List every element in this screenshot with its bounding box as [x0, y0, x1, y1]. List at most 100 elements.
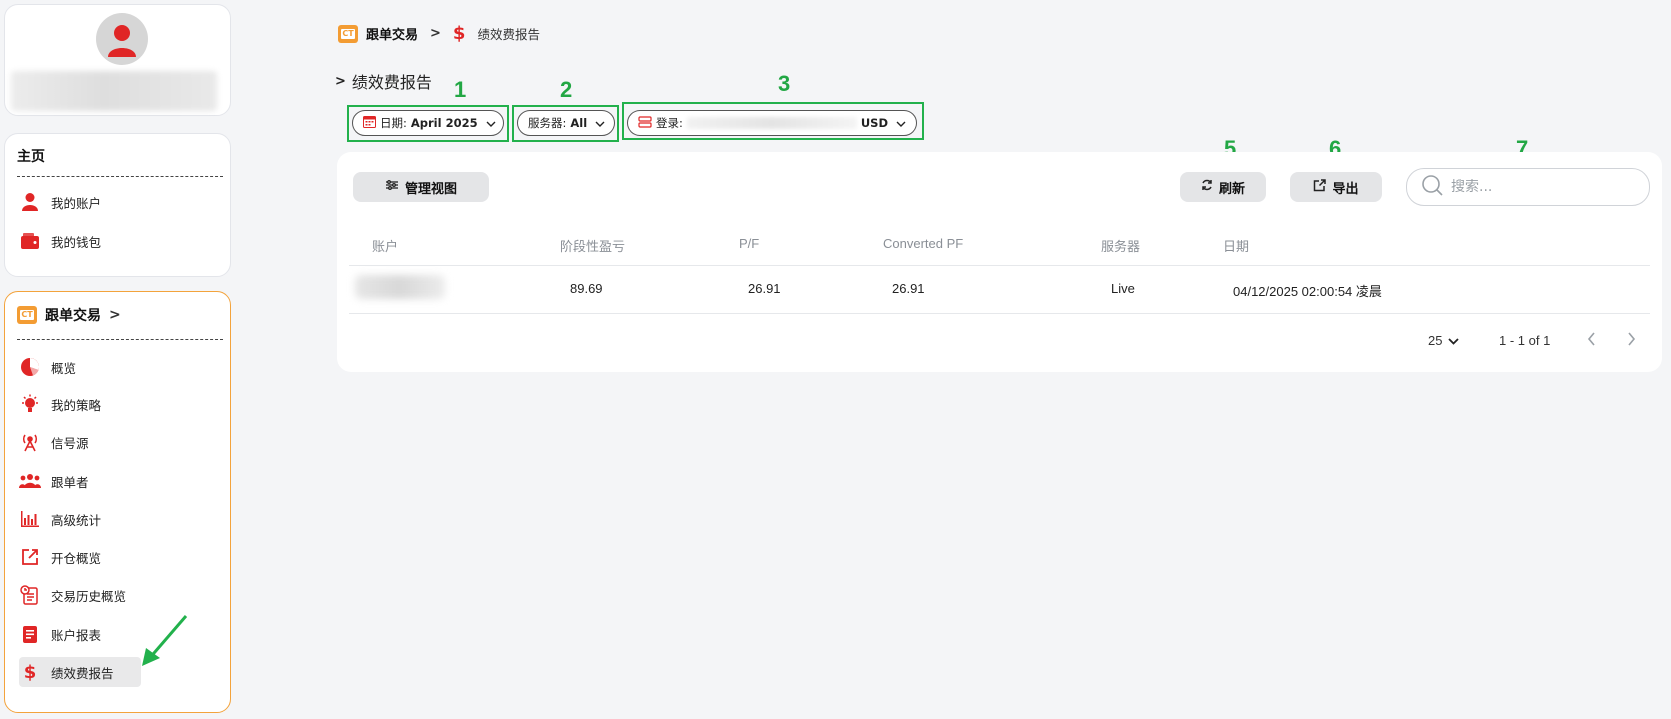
- sidebar-item-label: 我的策略: [51, 397, 102, 413]
- table-cell-pf: 26.91: [748, 281, 781, 296]
- date-filter[interactable]: 日期: April 2025: [352, 110, 504, 136]
- calendar-icon: [363, 115, 376, 131]
- sidebar-item-followers[interactable]: 跟单者: [19, 466, 219, 496]
- table-divider: [349, 265, 1650, 266]
- sidebar-item-advanced-stats[interactable]: 高级统计: [19, 504, 219, 534]
- divider: [17, 176, 223, 177]
- table-cell-server: Live: [1111, 281, 1135, 296]
- external-link-icon: [19, 546, 41, 568]
- column-header-pnl[interactable]: 阶段性盈亏: [560, 236, 625, 255]
- sidebar-item-my-strategy[interactable]: 我的策略: [19, 389, 219, 419]
- page-title-text: 绩效费报告: [351, 73, 432, 92]
- next-page-icon[interactable]: [1626, 331, 1636, 350]
- search-box[interactable]: [1406, 168, 1650, 206]
- copy-trading-header[interactable]: CT 跟单交易 >: [17, 305, 121, 325]
- sidebar-item-trade-history[interactable]: 交易历史概览: [19, 580, 219, 610]
- sliders-icon: [385, 179, 399, 195]
- sidebar-item-open-positions[interactable]: 开仓概览: [19, 542, 219, 572]
- report-icon: [19, 623, 41, 645]
- divider: [17, 339, 223, 340]
- page-size-value: 25: [1428, 333, 1443, 348]
- pagination-range: 1 - 1 of 1: [1499, 333, 1551, 348]
- login-filter[interactable]: 登录: USD: [627, 110, 917, 136]
- sidebar-item-label: 开仓概览: [51, 550, 102, 566]
- sidebar-item-my-account[interactable]: 我的账户: [19, 187, 219, 217]
- server-filter-label: 服务器:: [528, 116, 567, 130]
- column-header-server[interactable]: 服务器: [1101, 236, 1140, 255]
- breadcrumb-current: 绩效费报告: [477, 27, 540, 42]
- manage-view-button[interactable]: 管理视图: [353, 172, 489, 202]
- table-cell-pnl: 89.69: [570, 281, 603, 296]
- sidebar-item-signal-source[interactable]: 信号源: [19, 427, 219, 457]
- table-cell-date: 04/12/2025 02:00:54 凌晨: [1233, 284, 1382, 299]
- sidebar-item-label: 账户报表: [51, 627, 102, 643]
- chevron-down-icon: [896, 116, 906, 130]
- account-redacted: [355, 275, 445, 299]
- sidebar-item-my-wallet[interactable]: 我的钱包: [19, 226, 219, 256]
- date-filter-label: 日期:: [380, 116, 407, 130]
- column-header-account[interactable]: 账户: [372, 236, 398, 255]
- manage-view-label: 管理视图: [404, 181, 457, 197]
- dollar-icon: $: [23, 661, 37, 683]
- refresh-icon: [1201, 179, 1213, 195]
- server-filter[interactable]: 服务器: All: [517, 110, 615, 136]
- table-divider: [349, 313, 1650, 314]
- chevron-down-icon: [595, 116, 605, 130]
- sidebar-item-label: 绩效费报告: [51, 665, 114, 681]
- history-icon: [19, 584, 41, 606]
- sidebar-item-label: 信号源: [51, 435, 89, 451]
- refresh-button[interactable]: 刷新: [1180, 172, 1266, 202]
- chevron-down-icon: [1448, 333, 1460, 348]
- chevron-right-icon: >: [335, 73, 346, 89]
- sidebar-item-label: 我的账户: [51, 195, 102, 211]
- breadcrumb-root[interactable]: 跟单交易: [366, 24, 418, 43]
- sidebar-item-label: 我的钱包: [51, 234, 102, 250]
- sidebar-item-label: 概览: [51, 360, 77, 376]
- export-label: 导出: [1332, 181, 1359, 197]
- breadcrumb-separator: >: [430, 26, 441, 41]
- annotation-number: 2: [560, 77, 573, 102]
- column-header-date[interactable]: 日期: [1223, 236, 1249, 255]
- sidebar-item-performance-fee-report[interactable]: $ 绩效费报告: [19, 657, 141, 687]
- login-filter-label: 登录:: [656, 116, 683, 130]
- column-header-pf[interactable]: P/F: [739, 236, 759, 251]
- login-currency: USD: [860, 116, 889, 130]
- date-filter-value: April 2025: [410, 116, 478, 130]
- avatar[interactable]: [96, 13, 148, 65]
- annotation-number: 1: [454, 77, 467, 102]
- refresh-label: 刷新: [1218, 181, 1245, 197]
- sidebar-item-label: 交易历史概览: [51, 588, 127, 604]
- lightbulb-icon: [19, 393, 41, 415]
- export-button[interactable]: 导出: [1290, 172, 1382, 202]
- sidebar-item-label: 跟单者: [51, 474, 89, 490]
- prev-page-icon[interactable]: [1587, 331, 1597, 350]
- user-icon: [19, 191, 41, 213]
- annotation-arrow-icon: [142, 615, 188, 666]
- home-nav-card: 主页 我的账户 我的钱包: [4, 133, 231, 277]
- user-name-redacted: [11, 71, 217, 111]
- breadcrumb: CT 跟单交易 > $ 绩效费报告: [338, 23, 540, 44]
- bar-chart-icon: [19, 508, 41, 530]
- wallet-icon: [19, 230, 41, 252]
- dollar-icon: $: [452, 23, 466, 44]
- table-cell-converted-pf: 26.91: [892, 281, 925, 296]
- login-value-redacted: [686, 117, 857, 129]
- home-section-title: 主页: [17, 149, 45, 165]
- column-header-converted-pf[interactable]: Converted PF: [883, 236, 963, 251]
- ct-logo-icon: CT: [338, 24, 358, 43]
- ct-logo-icon: CT: [17, 306, 37, 324]
- user-avatar-icon: [108, 25, 136, 57]
- chevron-right-icon: >: [109, 307, 121, 323]
- pie-chart-icon: [19, 356, 41, 378]
- server-filter-value: All: [570, 116, 588, 130]
- search-icon: [1421, 174, 1443, 200]
- chevron-down-icon: [486, 116, 496, 130]
- sidebar-item-overview[interactable]: 概览: [19, 352, 219, 382]
- page-size-select[interactable]: 25: [1428, 333, 1460, 348]
- export-icon: [1313, 178, 1327, 196]
- search-input[interactable]: [1451, 179, 1635, 195]
- signal-tower-icon: [19, 431, 41, 453]
- copy-trading-nav-card: CT 跟单交易 > 概览 我的策略 信号源 跟单者 高级统计 开仓概览 交易历史…: [4, 291, 231, 713]
- server-list-icon: [638, 115, 652, 131]
- annotation-number: 3: [778, 71, 791, 96]
